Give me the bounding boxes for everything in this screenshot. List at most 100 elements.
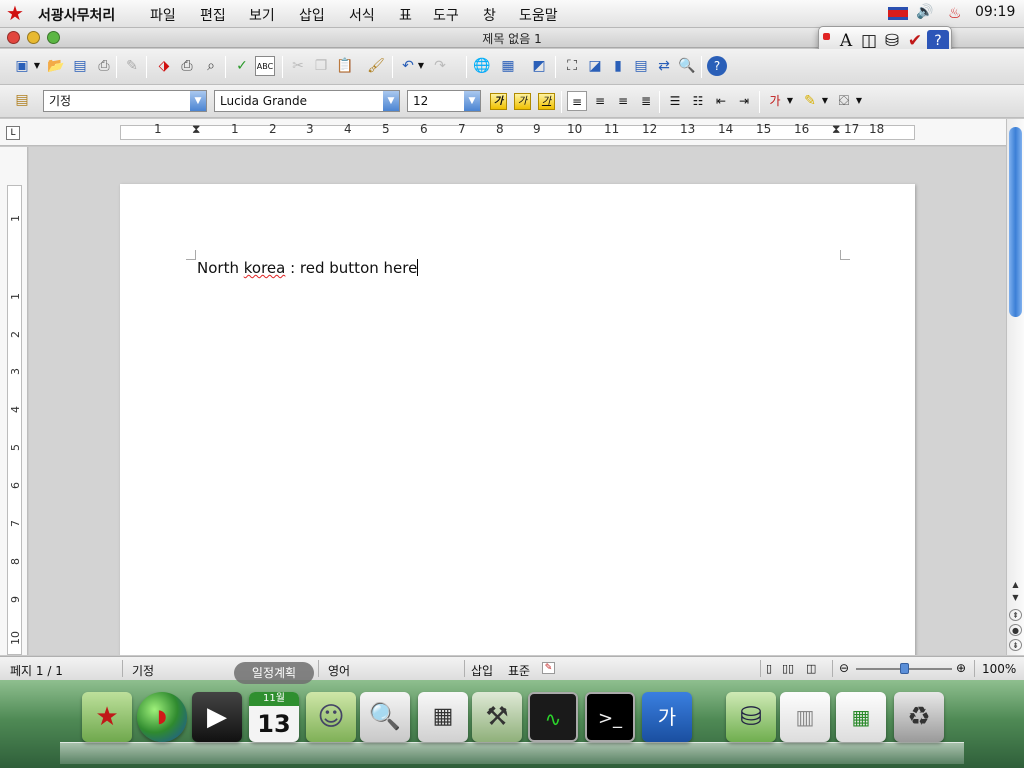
export-pdf-icon[interactable]: ⬗ [154,56,174,76]
scrollbar-thumb[interactable] [1009,127,1022,317]
increase-indent-icon[interactable]: ⇥ [734,91,754,111]
styles-formatting-icon[interactable]: ▤ [12,90,32,110]
dock-tool-icon[interactable]: ⛁ [726,692,776,742]
zoom-out-icon[interactable]: ⊖ [839,661,849,675]
cut-icon[interactable]: ✂ [288,56,308,76]
tab-stop-selector-icon[interactable]: L [6,126,20,140]
previous-page-icon[interactable]: ⇞ [1009,609,1022,621]
redo-icon[interactable]: ↷ [430,56,450,76]
edit-file-icon[interactable]: ✎ [122,56,142,76]
document-page[interactable]: North korea : red button here [120,184,915,655]
insert-table-icon[interactable]: ▦ [498,56,518,76]
menu-format[interactable]: 서식 [349,5,375,25]
print-preview-icon[interactable]: ⎙ [94,56,114,76]
scroll-down-arrow-icon[interactable]: ▼ [1009,592,1022,604]
print-icon[interactable]: ⎙ [177,56,197,76]
dock-system-tools-icon[interactable]: ⚒ [472,692,522,742]
right-indent-marker-icon[interactable]: ⧗ [832,122,840,137]
align-left-icon[interactable]: ≡ [567,91,587,111]
gallery-icon[interactable]: ▮ [608,56,628,76]
italic-button[interactable]: 가 [514,93,531,110]
volume-icon[interactable]: 🔊 [916,4,933,20]
undo-icon[interactable]: ↶ [398,56,418,76]
font-size-select[interactable]: 12 ▼ [407,90,481,112]
selection-mode-indicator[interactable]: 표준 [508,662,530,679]
palette-close-icon[interactable] [823,33,830,40]
dock-korean-input-icon[interactable]: 가 [642,692,692,742]
dock-search-icon[interactable]: 🔍 [360,692,410,742]
save-icon[interactable]: ▤ [70,56,90,76]
zoom-in-icon[interactable]: ⊕ [956,661,966,675]
app-name-menu[interactable]: 서광사무처리 [38,5,115,25]
zoom-icon[interactable]: 🔍 [677,56,697,76]
menu-insert[interactable]: 삽입 [299,5,325,25]
dock-activity-monitor-icon[interactable]: ∿ [528,692,578,742]
bullet-list-icon[interactable]: ☷ [688,91,708,111]
navigation-icon[interactable]: ● [1009,624,1022,636]
paragraph-style-select[interactable]: 기정 ▼ [43,90,207,112]
page-indicator[interactable]: 페지 1 / 1 [10,662,63,679]
document-scroll-area[interactable]: North korea : red button here [29,147,1006,655]
dock-calculator-icon[interactable]: ▦ [418,692,468,742]
align-right-icon[interactable]: ≡ [613,91,633,111]
zoom-percent[interactable]: 100% [982,662,1016,676]
paste-icon[interactable]: 📋 [335,56,355,76]
multi-page-view-icon[interactable]: ▯▯ [782,662,794,675]
dock-browser-icon[interactable]: ◗ [137,692,187,742]
justify-icon[interactable]: ≣ [636,91,656,111]
dock-trash-icon[interactable]: ♻ [894,692,944,742]
new-document-icon[interactable]: ▣ [12,56,32,76]
page-preview-icon[interactable]: ⌕ [201,56,221,76]
highlight-icon[interactable]: ✎ [800,91,820,111]
font-color-icon[interactable]: 가 [765,91,785,111]
next-page-icon[interactable]: ⇟ [1009,639,1022,651]
vertical-ruler[interactable]: 1 1 2 3 4 5 6 7 8 9 10 [0,147,28,655]
system-status-icon[interactable]: ♨ [948,4,961,22]
page-style-indicator[interactable]: 기정 [132,662,154,679]
language-indicator[interactable]: 영어 [328,662,350,679]
clock[interactable]: 09:19 [975,4,1015,20]
dock-office-suite-icon[interactable]: ★ [82,692,132,742]
font-color-chevron-icon[interactable]: ▼ [785,91,795,111]
scroll-up-arrow-icon[interactable]: ▲ [1009,579,1022,591]
highlight-chevron-icon[interactable]: ▼ [820,91,830,111]
font-name-select[interactable]: Lucida Grande ▼ [214,90,400,112]
align-center-icon[interactable]: ≡ [590,91,610,111]
dock-calendar-icon[interactable]: 11월 13 [249,692,299,742]
bold-button[interactable]: 가 [490,93,507,110]
chevron-down-icon[interactable]: ▼ [464,91,480,111]
menu-window[interactable]: 창 [483,5,496,25]
underline-button[interactable]: 가 [538,93,555,110]
nonprinting-characters-icon[interactable]: ⇄ [654,56,674,76]
background-color-icon[interactable]: ⛋ [834,91,854,111]
decrease-indent-icon[interactable]: ⇤ [711,91,731,111]
data-sources-icon[interactable]: ▤ [631,56,651,76]
chevron-down-icon[interactable]: ▼ [190,91,206,111]
menu-view[interactable]: 보기 [249,5,275,25]
document-text[interactable]: North korea : red button here [197,259,419,277]
zoom-slider-knob[interactable] [899,663,909,674]
help-icon[interactable]: ? [707,56,727,76]
menu-file[interactable]: 파일 [150,5,176,25]
insert-chart-icon[interactable]: ◩ [529,56,549,76]
book-view-icon[interactable]: ◫ [806,662,816,675]
copy-icon[interactable]: ❐ [311,56,331,76]
format-paintbrush-icon[interactable]: 🖌 [366,56,386,76]
input-language-flag-icon[interactable] [888,7,908,20]
dock-video-player-icon[interactable]: ▶ [192,692,242,742]
dock-address-book-icon[interactable]: ☺ [306,692,356,742]
menu-tools[interactable]: 도구 [433,5,459,25]
autospell-icon[interactable]: ABC [255,56,275,76]
menu-help[interactable]: 도움말 [519,5,558,25]
red-star-icon[interactable]: ★ [6,2,24,24]
horizontal-ruler[interactable]: L 1 ⧗ 1 2 3 4 5 6 7 8 9 10 11 12 13 14 1… [0,119,1024,146]
misspelled-word[interactable]: korea [244,259,286,277]
indent-marker-icon[interactable]: ⧗ [192,122,200,137]
single-page-view-icon[interactable]: ▯ [766,662,772,675]
document-modified-icon[interactable]: ✎ [542,662,555,674]
menu-table[interactable]: 표 [399,5,412,25]
chevron-down-icon[interactable]: ▼ [383,91,399,111]
dock-terminal-icon[interactable]: >_ [585,692,635,742]
numbered-list-icon[interactable]: ☰ [665,91,685,111]
open-folder-icon[interactable]: 📂 [46,56,66,76]
